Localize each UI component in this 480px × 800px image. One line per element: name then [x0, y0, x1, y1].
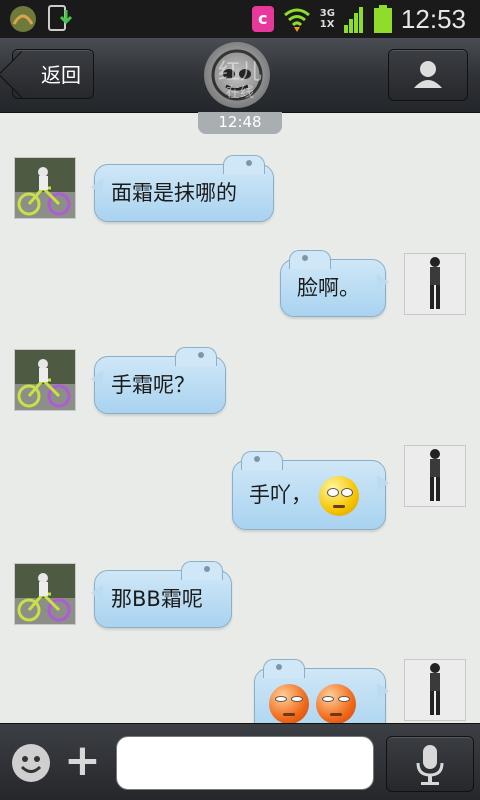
timestamp: 12:48	[198, 112, 282, 134]
man-photo	[405, 254, 465, 314]
avatar-contact[interactable]	[15, 158, 75, 218]
bubble-knob	[181, 561, 223, 580]
avatar-contact[interactable]	[15, 564, 75, 624]
status-right-icons: c 3G 1X 12:53	[251, 2, 466, 36]
emoji-eye	[291, 696, 303, 702]
plus-icon[interactable]: +	[64, 736, 101, 786]
smiley-icon[interactable]	[12, 744, 50, 782]
battery-icon	[373, 5, 392, 33]
message-bubble[interactable]: 脸啊。	[280, 250, 389, 317]
man-photo	[405, 660, 465, 720]
rolling-eyes-emoji-icon	[318, 476, 359, 516]
bubble-knob	[175, 347, 217, 366]
bike-photo	[15, 564, 75, 624]
profile-button[interactable]	[388, 49, 468, 101]
avatar-self[interactable]	[405, 254, 465, 314]
smug-emoji-icon	[269, 684, 309, 724]
message-text: 面霜是抹哪的	[111, 181, 237, 205]
emoji-eye	[275, 696, 287, 702]
bubble-knob	[289, 250, 331, 269]
message-text: 那BB霜呢	[111, 587, 203, 611]
emoji-eye	[337, 696, 350, 702]
emoji-eye	[321, 696, 334, 702]
c-app-icon: c	[251, 6, 274, 32]
message-text: 脸啊。	[297, 276, 360, 300]
status-left-icons	[8, 4, 76, 34]
emoji-mouth	[283, 713, 295, 716]
message-bubble[interactable]: 手霜呢？	[91, 347, 226, 414]
emoji-mouth	[329, 713, 342, 716]
contact-title: 红儿 在线	[190, 42, 290, 114]
avatar-self[interactable]	[405, 446, 465, 506]
emoji-mouth	[332, 505, 345, 508]
back-button-label: 返回	[41, 63, 81, 87]
message-input[interactable]	[116, 736, 374, 790]
message-bubble[interactable]: 那BB霜呢	[91, 561, 232, 628]
wifi-icon	[283, 8, 310, 32]
person-icon	[414, 61, 442, 88]
signal-icon	[343, 7, 363, 33]
mic-icon	[416, 745, 444, 785]
bubble-knob	[241, 451, 283, 470]
title-bar: 返回 红儿 在线	[0, 38, 480, 113]
mic-button[interactable]	[386, 736, 474, 792]
bubble-knob	[263, 659, 305, 678]
status-bar: c 3G 1X 12:53	[0, 0, 480, 38]
emoji-eye	[326, 488, 339, 497]
message-text: 手吖，	[249, 483, 312, 507]
input-bar: +	[0, 723, 480, 800]
app-icon	[10, 6, 36, 32]
contact-status: 在线	[226, 85, 254, 101]
avatar-contact[interactable]	[15, 350, 75, 410]
download-icon	[48, 5, 73, 31]
bike-photo	[15, 350, 75, 410]
message-bubble[interactable]: 手吖，	[232, 451, 389, 530]
message-bubble[interactable]: 面霜是抹哪的	[91, 155, 274, 222]
avatar-self[interactable]	[405, 660, 465, 720]
bubble-knob	[223, 155, 265, 174]
network-type: 3G 1X	[319, 8, 335, 30]
message-text: 手霜呢？	[111, 373, 195, 397]
back-button[interactable]: 返回	[12, 49, 94, 99]
bike-photo	[15, 158, 75, 218]
man-photo	[405, 446, 465, 506]
emoji-eye	[340, 488, 353, 497]
smug-emoji-icon	[315, 684, 356, 724]
status-time: 12:53	[400, 4, 466, 34]
